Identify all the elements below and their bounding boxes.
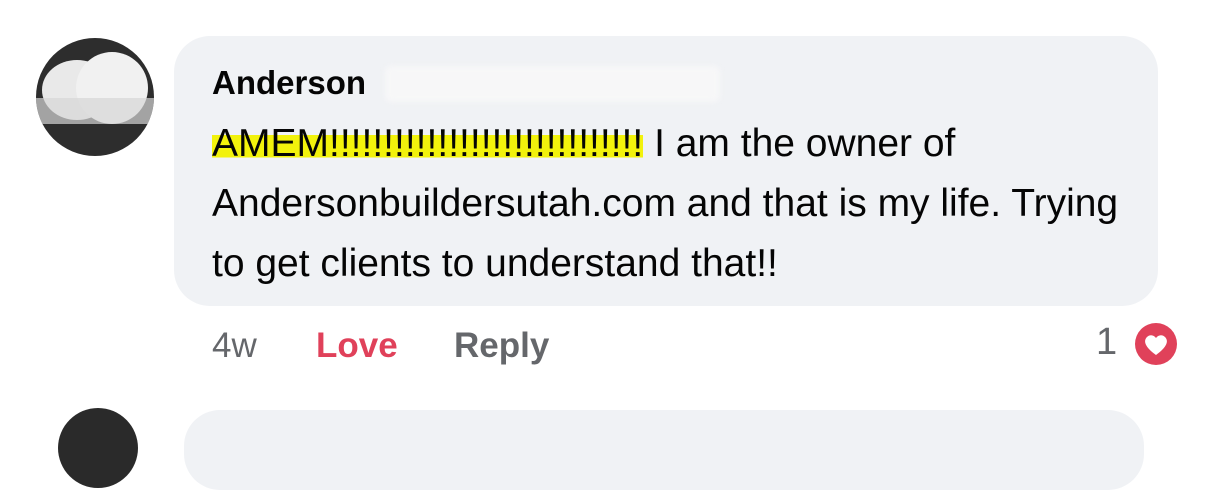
avatar[interactable] — [36, 38, 154, 156]
reply-button[interactable]: Reply — [454, 324, 549, 368]
next-comment-bubble — [184, 410, 1144, 490]
avatar-photo-part — [36, 98, 154, 124]
next-comment-avatar[interactable] — [58, 408, 138, 488]
heart-icon[interactable] — [1130, 318, 1182, 370]
love-button[interactable]: Love — [316, 324, 398, 368]
highlighted-text: AMEM!!!!!!!!!!!!!!!!!!!!!!!!!!!!! — [212, 122, 644, 165]
reaction-count[interactable]: 1 — [1096, 320, 1117, 364]
comment-timestamp[interactable]: 4w — [212, 324, 257, 368]
comment-text: AMEM!!!!!!!!!!!!!!!!!!!!!!!!!!!!! I am t… — [212, 114, 1132, 294]
redacted-surname — [385, 66, 720, 102]
comment-author[interactable]: Anderson — [212, 64, 366, 102]
